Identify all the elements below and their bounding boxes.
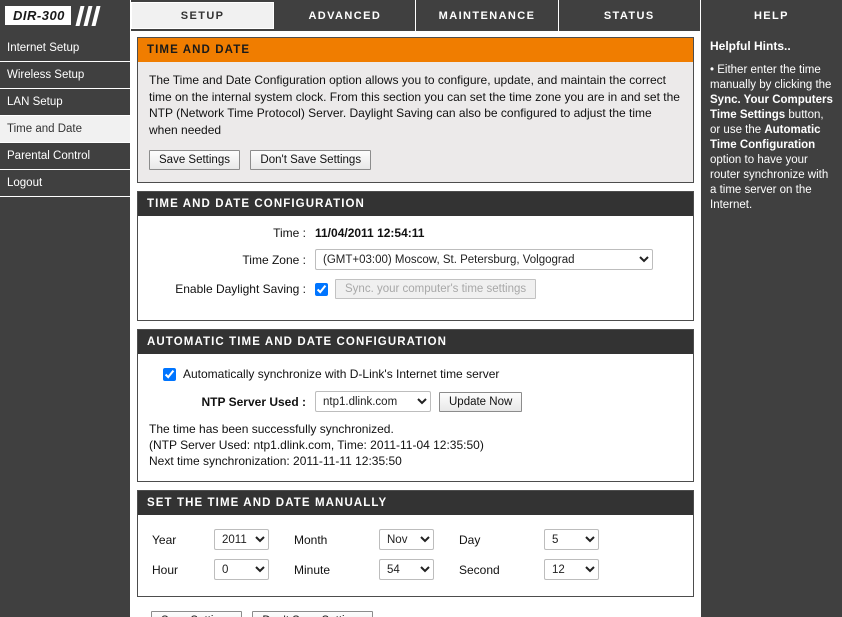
manual-config-title: SET THE TIME AND DATE MANUALLY	[138, 491, 693, 515]
sync-status-line-1: The time has been successfully synchroni…	[149, 422, 394, 436]
tab-advanced[interactable]: ADVANCED	[274, 0, 417, 31]
year-label: Year	[152, 532, 177, 547]
brand-logo: DIR-300	[0, 0, 131, 31]
hour-select[interactable]: 0	[214, 559, 269, 580]
ntp-server-select[interactable]: ntp1.dlink.com	[315, 391, 431, 412]
timezone-row: Time Zone : (GMT+03:00) Moscow, St. Pete…	[149, 249, 682, 270]
save-settings-button-bottom[interactable]: Save Settings	[151, 611, 242, 617]
dont-save-settings-button-bottom[interactable]: Don't Save Settings	[252, 611, 374, 617]
month-select[interactable]: Nov	[379, 529, 434, 550]
main-content: TIME AND DATE The Time and Date Configur…	[131, 31, 700, 617]
automatic-time-configuration-panel: AUTOMATIC TIME AND DATE CONFIGURATION Au…	[137, 329, 694, 482]
day-select[interactable]: 5	[544, 529, 599, 550]
tab-help[interactable]: HELP	[700, 0, 842, 31]
time-row: Time : 11/04/2011 12:54:11	[149, 226, 682, 240]
hints-bullet: •	[710, 64, 715, 76]
timezone-label: Time Zone :	[242, 252, 306, 267]
sidebar-item-time-and-date[interactable]: Time and Date	[0, 116, 130, 143]
save-settings-button-top[interactable]: Save Settings	[149, 150, 240, 170]
top-navigation-bar: DIR-300 SETUP ADVANCED MAINTENANCE STATU…	[0, 0, 842, 31]
year-select[interactable]: 2011	[214, 529, 269, 550]
dont-save-settings-button-top[interactable]: Don't Save Settings	[250, 150, 372, 170]
time-and-date-configuration-panel: TIME AND DATE CONFIGURATION Time : 11/04…	[137, 191, 694, 321]
time-and-date-intro-panel: TIME AND DATE The Time and Date Configur…	[137, 37, 694, 183]
logo-stripes-icon	[74, 5, 101, 26]
minute-select[interactable]: 54	[379, 559, 434, 580]
time-config-title: TIME AND DATE CONFIGURATION	[138, 192, 693, 216]
daylight-saving-checkbox[interactable]	[315, 282, 328, 296]
hints-title: Helpful Hints..	[710, 39, 791, 53]
daylight-saving-row: Enable Daylight Saving : Sync. your comp…	[149, 279, 682, 299]
sidebar-item-internet-setup[interactable]: Internet Setup	[0, 35, 130, 62]
tab-maintenance[interactable]: MAINTENANCE	[416, 0, 559, 31]
helpful-hints-panel: Helpful Hints.. • Either enter the time …	[700, 31, 842, 617]
auto-sync-row: Automatically synchronize with D-Link's …	[163, 366, 682, 382]
sidebar-navigation: Internet Setup Wireless Setup LAN Setup …	[0, 31, 131, 617]
ntp-server-row: NTP Server Used : ntp1.dlink.com Update …	[149, 391, 682, 412]
manual-time-configuration-panel: SET THE TIME AND DATE MANUALLY Year 2011…	[137, 490, 694, 597]
minute-label: Minute	[294, 562, 331, 577]
auto-config-title: AUTOMATIC TIME AND DATE CONFIGURATION	[138, 330, 693, 354]
day-label: Day	[459, 532, 481, 547]
main-tabs: SETUP ADVANCED MAINTENANCE STATUS HELP	[131, 0, 842, 31]
footer-actions: Save Settings Don't Save Settings	[137, 605, 694, 617]
timezone-select[interactable]: (GMT+03:00) Moscow, St. Petersburg, Volg…	[315, 249, 653, 270]
sidebar-item-wireless-setup[interactable]: Wireless Setup	[0, 62, 130, 89]
auto-config-body: Automatically synchronize with D-Link's …	[138, 354, 693, 481]
intro-panel-title: TIME AND DATE	[138, 38, 693, 62]
update-now-button[interactable]: Update Now	[439, 391, 523, 412]
manual-config-body: Year 2011 Month Nov Day 5 Hour 0 Minute …	[138, 515, 693, 596]
current-time-value: 11/04/2011 12:54:11	[315, 226, 425, 240]
time-config-body: Time : 11/04/2011 12:54:11 Time Zone : (…	[138, 216, 693, 320]
intro-panel-body: The Time and Date Configuration option a…	[138, 62, 693, 182]
sidebar-item-logout[interactable]: Logout	[0, 170, 130, 197]
sync-status-line-3: Next time synchronization: 2011-11-11 12…	[149, 454, 402, 468]
hints-body: • Either enter the time manually by clic…	[710, 63, 833, 213]
hints-text-3: option to have your router synchronize w…	[710, 154, 829, 211]
intro-description: The Time and Date Configuration option a…	[149, 73, 680, 137]
manual-fields-grid: Year 2011 Month Nov Day 5 Hour 0 Minute …	[138, 515, 682, 586]
router-admin-page: DIR-300 SETUP ADVANCED MAINTENANCE STATU…	[0, 0, 842, 617]
daylight-saving-controls: Sync. your computer's time settings	[315, 279, 542, 299]
month-label: Month	[294, 532, 328, 547]
page-body: Internet Setup Wireless Setup LAN Setup …	[0, 31, 842, 617]
ntp-server-label: NTP Server Used :	[201, 394, 307, 409]
auto-sync-label: Automatically synchronize with D-Link's …	[183, 367, 500, 381]
sidebar-item-lan-setup[interactable]: LAN Setup	[0, 89, 130, 116]
second-select[interactable]: 12	[544, 559, 599, 580]
tab-status[interactable]: STATUS	[558, 0, 701, 31]
logo-model-label: DIR-300	[5, 6, 71, 25]
auto-sync-checkbox[interactable]	[163, 367, 176, 381]
sync-status-line-2: (NTP Server Used: ntp1.dlink.com, Time: …	[149, 438, 484, 452]
hour-label: Hour	[152, 562, 179, 577]
second-label: Second	[459, 562, 500, 577]
sidebar-item-parental-control[interactable]: Parental Control	[0, 143, 130, 170]
sync-computer-time-button[interactable]: Sync. your computer's time settings	[335, 279, 537, 299]
daylight-saving-label: Enable Daylight Saving :	[175, 282, 306, 296]
time-label: Time :	[273, 226, 306, 240]
hints-text-1: Either enter the time manually by clicki…	[710, 64, 832, 91]
tab-setup[interactable]: SETUP	[131, 2, 275, 29]
